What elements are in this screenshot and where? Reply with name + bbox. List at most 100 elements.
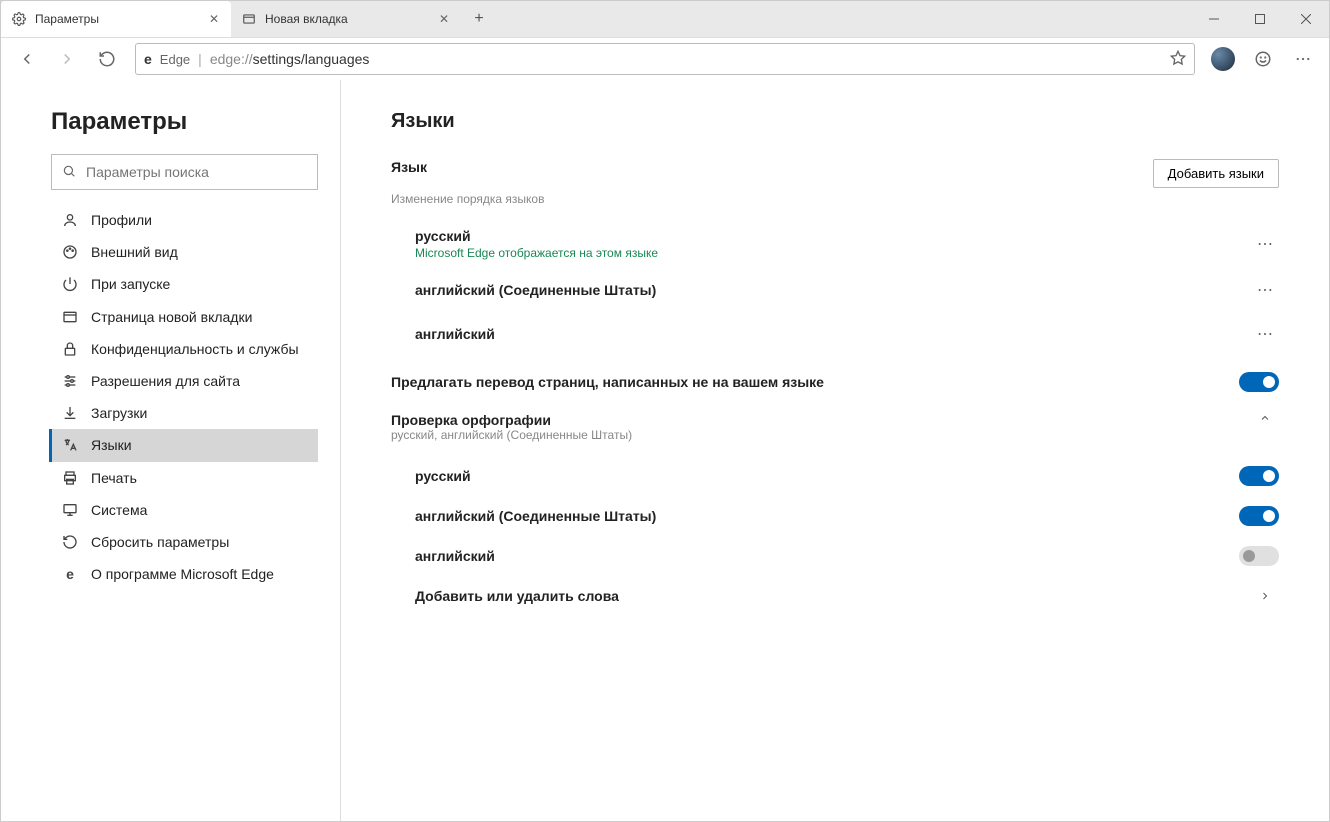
profile-button[interactable] — [1205, 41, 1241, 77]
menu-button[interactable] — [1285, 41, 1321, 77]
search-input[interactable] — [86, 164, 307, 180]
settings-search[interactable] — [51, 154, 318, 190]
sidebar-item-downloads[interactable]: Загрузки — [49, 397, 318, 429]
printer-icon — [61, 469, 79, 486]
spellcheck-toggle[interactable] — [1239, 546, 1279, 566]
forward-button[interactable] — [49, 41, 85, 77]
address-bar[interactable]: e Edge | edge://settings/languages — [135, 43, 1195, 75]
language-note: Microsoft Edge отображается на этом язык… — [415, 246, 658, 260]
sidebar-item-profiles[interactable]: Профили — [49, 204, 318, 236]
refresh-button[interactable] — [89, 41, 125, 77]
reset-icon — [61, 533, 79, 550]
sidebar-item-label: Языки — [91, 436, 308, 454]
language-name: английский — [415, 326, 495, 342]
sidebar-item-privacy[interactable]: Конфиденциальность и службы — [49, 333, 318, 365]
spellcheck-sub: русский, английский (Соединенные Штаты) — [391, 428, 1251, 442]
app-label: Edge — [160, 52, 190, 67]
settings-sidebar: Параметры Профили Внешний вид При запуск… — [1, 80, 341, 821]
language-section-sub: Изменение порядка языков — [391, 192, 1279, 206]
favorite-icon[interactable] — [1170, 50, 1186, 69]
spellcheck-lang: русский — [415, 468, 1239, 484]
sidebar-item-label: Печать — [91, 469, 308, 487]
sidebar-item-print[interactable]: Печать — [49, 462, 318, 494]
sidebar-item-system[interactable]: Система — [49, 494, 318, 526]
language-row: английский — [391, 312, 1279, 356]
page-icon — [241, 11, 257, 27]
sidebar-item-label: При запуске — [91, 275, 308, 293]
feedback-button[interactable] — [1245, 41, 1281, 77]
chevron-right-icon — [1251, 590, 1279, 602]
language-row: английский (Соединенные Штаты) — [391, 268, 1279, 312]
sidebar-item-label: Разрешения для сайта — [91, 372, 308, 390]
tab-strip: Параметры ✕ Новая вкладка ✕ + — [1, 1, 1329, 38]
translate-toggle[interactable] — [1239, 372, 1279, 392]
spellcheck-row: английский (Соединенные Штаты) — [391, 496, 1279, 536]
sidebar-item-site-permissions[interactable]: Разрешения для сайта — [49, 365, 318, 397]
more-options-button[interactable] — [1251, 230, 1279, 258]
language-section-title: Язык — [391, 159, 427, 175]
new-tab-button[interactable]: + — [461, 1, 497, 37]
more-options-button[interactable] — [1251, 320, 1279, 348]
sidebar-item-label: Профили — [91, 211, 308, 229]
sidebar-item-languages[interactable]: Языки — [49, 429, 318, 461]
sidebar-item-reset[interactable]: Сбросить параметры — [49, 526, 318, 558]
sidebar-item-newtab[interactable]: Страница новой вкладки — [49, 301, 318, 333]
sliders-icon — [61, 372, 79, 389]
url-text: edge://settings/languages — [210, 51, 1162, 67]
collapse-button[interactable] — [1251, 412, 1279, 424]
translate-setting-row: Предлагать перевод страниц, написанных н… — [391, 362, 1279, 402]
translate-label: Предлагать перевод страниц, написанных н… — [391, 374, 1239, 390]
language-icon — [61, 436, 79, 453]
search-icon — [62, 164, 76, 181]
avatar — [1211, 47, 1235, 71]
sidebar-item-label: Внешний вид — [91, 243, 308, 261]
page-title: Языки — [391, 110, 1279, 133]
power-icon — [61, 275, 79, 292]
sidebar-item-startup[interactable]: При запуске — [49, 268, 318, 300]
sidebar-item-label: Сбросить параметры — [91, 533, 308, 551]
sidebar-title: Параметры — [51, 108, 318, 136]
language-name: английский (Соединенные Штаты) — [415, 282, 656, 298]
maximize-button[interactable] — [1237, 1, 1283, 37]
browser-toolbar: e Edge | edge://settings/languages — [1, 38, 1329, 80]
tab-settings[interactable]: Параметры ✕ — [1, 1, 231, 37]
back-button[interactable] — [9, 41, 45, 77]
add-languages-button[interactable]: Добавить языки — [1153, 159, 1279, 188]
dictionary-label: Добавить или удалить слова — [415, 588, 1251, 604]
sidebar-item-about[interactable]: e О программе Microsoft Edge — [49, 558, 318, 590]
download-icon — [61, 404, 79, 421]
spellcheck-row: английский — [391, 536, 1279, 576]
tab-title: Параметры — [35, 12, 199, 26]
close-icon[interactable]: ✕ — [437, 12, 451, 26]
language-row: русский Microsoft Edge отображается на э… — [391, 220, 1279, 268]
palette-icon — [61, 243, 79, 260]
sidebar-item-label: Загрузки — [91, 404, 308, 422]
dictionary-row[interactable]: Добавить или удалить слова — [391, 576, 1279, 616]
lock-icon — [61, 340, 79, 357]
close-icon[interactable]: ✕ — [207, 12, 221, 26]
close-window-button[interactable] — [1283, 1, 1329, 37]
edge-logo-icon: e — [144, 51, 152, 67]
spellcheck-toggle[interactable] — [1239, 506, 1279, 526]
sidebar-item-label: О программе Microsoft Edge — [91, 565, 308, 583]
gear-icon — [11, 11, 27, 27]
sidebar-item-appearance[interactable]: Внешний вид — [49, 236, 318, 268]
tab-newtab[interactable]: Новая вкладка ✕ — [231, 1, 461, 37]
spellcheck-lang: английский (Соединенные Штаты) — [415, 508, 1239, 524]
more-options-button[interactable] — [1251, 276, 1279, 304]
spellcheck-toggle[interactable] — [1239, 466, 1279, 486]
page-icon — [61, 308, 79, 325]
spellcheck-row: русский — [391, 456, 1279, 496]
minimize-button[interactable] — [1191, 1, 1237, 37]
person-icon — [61, 211, 79, 228]
sidebar-item-label: Система — [91, 501, 308, 519]
monitor-icon — [61, 501, 79, 518]
settings-main: Языки Язык Добавить языки Изменение поря… — [341, 80, 1329, 821]
spellcheck-title: Проверка орфографии — [391, 412, 1251, 428]
sidebar-item-label: Конфиденциальность и службы — [91, 340, 308, 358]
spellcheck-lang: английский — [415, 548, 1239, 564]
sidebar-item-label: Страница новой вкладки — [91, 308, 308, 326]
tab-title: Новая вкладка — [265, 12, 429, 26]
edge-icon: e — [61, 565, 79, 582]
language-name: русский — [415, 228, 658, 244]
